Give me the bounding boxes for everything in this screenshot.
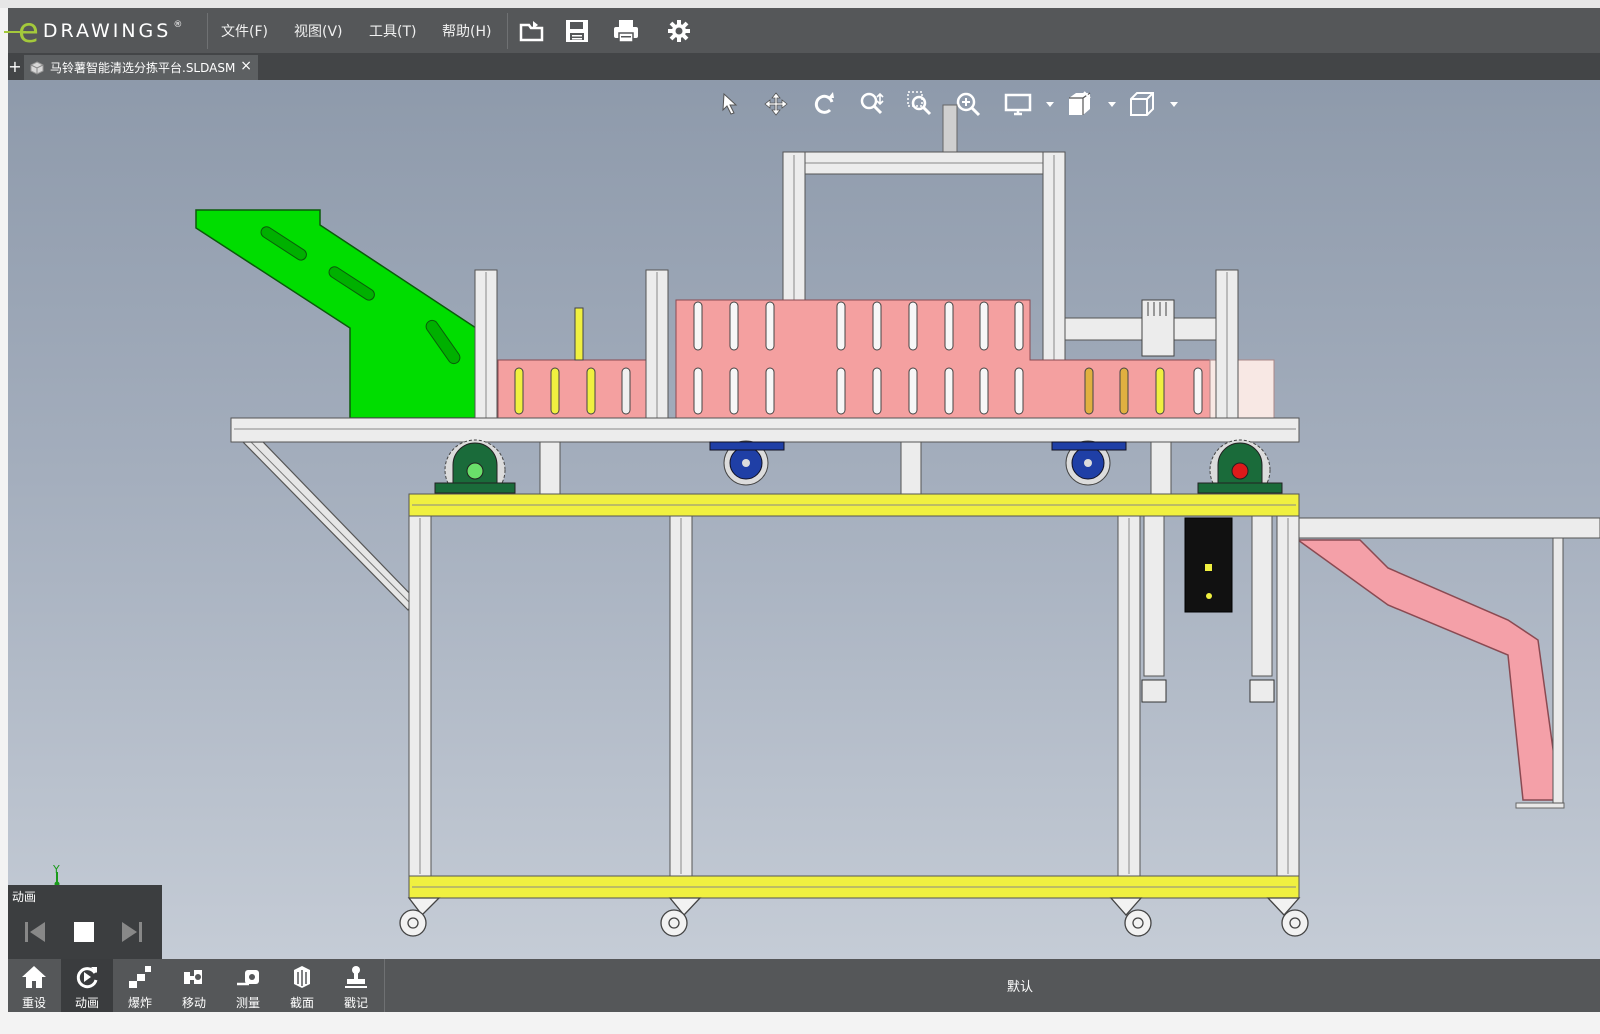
motor-pulley <box>1141 299 1175 357</box>
feed-hopper <box>195 209 477 419</box>
section-icon <box>294 966 310 988</box>
configuration-name[interactable]: 默认 <box>1007 976 1033 995</box>
discharge-chute <box>1295 539 1561 801</box>
leg-bracket <box>1249 679 1275 703</box>
document-tab-title: 马铃薯智能清选分拣平台.SLDASM <box>50 61 236 75</box>
logo-mark: e <box>4 10 39 51</box>
menu-view[interactable]: 视图(V) <box>294 21 343 41</box>
motor-crossbar <box>1064 317 1217 341</box>
menu-help[interactable]: 帮助(H) <box>442 21 491 41</box>
divider <box>384 959 385 1012</box>
gantry-post <box>942 104 958 156</box>
move-icon <box>184 970 202 984</box>
menu-tools[interactable]: 工具(T) <box>369 21 416 41</box>
section-label: 截面 <box>289 996 314 1010</box>
explode-label: 爆炸 <box>127 996 152 1010</box>
leg-bracket <box>1141 679 1167 703</box>
divider <box>207 13 208 49</box>
bearing-right <box>1197 439 1283 501</box>
move-button[interactable]: 移动 <box>168 959 220 1012</box>
animate-button[interactable]: 动画 <box>61 959 113 1012</box>
window-top-strip <box>0 0 1600 8</box>
stop-icon[interactable] <box>71 919 97 945</box>
roller-wheel-2 <box>1051 440 1127 486</box>
bottom-toolbar: 重设 动画 爆炸 移动 测量 截面 戳记 默认 <box>8 959 1600 1012</box>
stamp-button[interactable]: 戳记 <box>330 959 382 1012</box>
home-icon <box>22 966 46 988</box>
settings-gear-icon[interactable] <box>666 18 692 44</box>
logo-text: DRAWINGS <box>42 19 172 42</box>
stamp-icon <box>345 966 367 988</box>
stamp-label: 戳记 <box>343 996 368 1010</box>
window-bottom-strip <box>0 1012 1600 1034</box>
add-tab-button[interactable]: + <box>8 57 22 77</box>
chute-leg <box>1552 537 1564 804</box>
move-label: 移动 <box>181 996 206 1010</box>
reset-label: 重设 <box>21 996 46 1010</box>
measure-button[interactable]: 测量 <box>222 959 274 1012</box>
close-tab-icon[interactable]: × <box>240 58 252 74</box>
side-rail <box>1297 517 1600 539</box>
reset-button[interactable]: 重设 <box>8 959 60 1012</box>
menu-bar: e DRAWINGS ® 文件(F) 视图(V) 工具(T) 帮助(H) <box>4 8 1600 53</box>
section-button[interactable]: 截面 <box>276 959 328 1012</box>
assembly-file-icon <box>30 60 44 75</box>
logo-registered: ® <box>173 19 183 30</box>
explode-icon <box>129 966 151 988</box>
measure-icon <box>237 970 259 986</box>
divider <box>507 13 508 49</box>
open-folder-icon[interactable] <box>519 18 545 44</box>
step-back-icon[interactable] <box>22 919 48 945</box>
animation-panel: 动画 <box>8 885 162 959</box>
menu-file[interactable]: 文件(F) <box>221 21 268 41</box>
diagonal-brace <box>241 441 417 611</box>
animate-icon <box>76 967 98 989</box>
explode-button[interactable]: 爆炸 <box>114 959 166 1012</box>
app-logo: e DRAWINGS ® <box>4 8 208 53</box>
chute-foot <box>1515 802 1565 809</box>
triad-y-label: Y <box>52 863 60 876</box>
model-viewport[interactable]: Y 动画 <box>8 80 1600 959</box>
top-deck <box>230 417 1300 443</box>
animate-label: 动画 <box>74 996 99 1010</box>
document-tab[interactable]: 马铃薯智能清选分拣平台.SLDASM × <box>24 55 258 80</box>
bearing-left <box>434 439 516 501</box>
casters <box>399 897 1309 937</box>
animation-panel-title: 动画 <box>12 890 37 904</box>
save-icon[interactable] <box>564 18 590 44</box>
roller-wheel-1 <box>709 440 785 486</box>
step-forward-icon[interactable] <box>119 919 145 945</box>
document-tab-bar: + 马铃薯智能清选分拣平台.SLDASM × <box>8 53 1600 80</box>
print-icon[interactable] <box>613 18 639 44</box>
assembly-model[interactable]: Y <box>8 80 1600 959</box>
measure-label: 测量 <box>235 996 260 1010</box>
